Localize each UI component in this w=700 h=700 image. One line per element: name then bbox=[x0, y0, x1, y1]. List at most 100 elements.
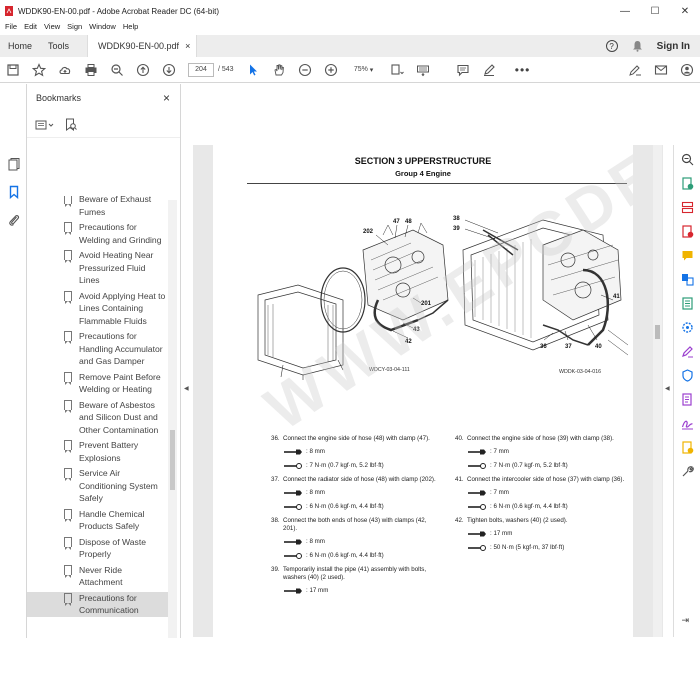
select-tool-button[interactable] bbox=[240, 57, 266, 83]
bookmark-item-icon bbox=[64, 250, 72, 263]
share-button[interactable] bbox=[674, 57, 700, 83]
bookmark-item[interactable]: Never Ride Attachment bbox=[27, 564, 169, 589]
request-signature-button[interactable] bbox=[674, 411, 700, 435]
menu-edit[interactable]: Edit bbox=[24, 22, 37, 34]
tab-close-icon[interactable]: × bbox=[185, 41, 190, 51]
document-scroll-thumb[interactable] bbox=[655, 325, 660, 339]
minimize-button[interactable]: — bbox=[610, 0, 640, 22]
highlight-button[interactable] bbox=[476, 57, 502, 83]
save-button[interactable] bbox=[0, 57, 26, 83]
bookmarks-scroll-thumb[interactable] bbox=[170, 430, 175, 490]
email-button[interactable] bbox=[648, 57, 674, 83]
compress-pdf-button[interactable] bbox=[674, 291, 700, 315]
bookmark-item[interactable]: Dispose of Waste Properly bbox=[27, 536, 169, 561]
fill-sign-tool-button[interactable] bbox=[674, 339, 700, 363]
search-tool-button[interactable] bbox=[674, 147, 700, 171]
collapse-left-panel-icon[interactable]: ◀ bbox=[184, 385, 189, 392]
prev-page-button[interactable] bbox=[130, 57, 156, 83]
step: 38. Connect the both ends of hose (43) wi… bbox=[271, 517, 441, 533]
help-icon[interactable]: ? bbox=[605, 40, 618, 52]
bell-icon[interactable] bbox=[632, 40, 643, 52]
combine-files-button[interactable] bbox=[674, 267, 700, 291]
page-thumbnails-button[interactable] bbox=[0, 150, 27, 178]
bookmark-options-icon[interactable] bbox=[35, 119, 57, 131]
keyboard-icon bbox=[416, 65, 429, 76]
wrench-icon bbox=[468, 449, 486, 455]
menu-help[interactable]: Help bbox=[123, 22, 138, 34]
protect-button[interactable] bbox=[674, 363, 700, 387]
comment-button[interactable] bbox=[450, 57, 476, 83]
step-text: Tighten bolts, washers (40) (2 used). bbox=[467, 517, 568, 524]
bookmark-item[interactable]: Service Air Conditioning System Safely bbox=[27, 467, 169, 505]
maximize-button[interactable]: ☐ bbox=[640, 0, 670, 22]
document-scrollbar[interactable] bbox=[653, 145, 662, 637]
bookmark-item-icon bbox=[64, 371, 72, 385]
zoom-out-button[interactable] bbox=[292, 57, 318, 83]
more-tools-rail-button[interactable] bbox=[674, 459, 700, 483]
menu-sign[interactable]: Sign bbox=[67, 22, 82, 34]
title-bar: WDDK90-EN-00.pdf - Adobe Acrobat Reader … bbox=[0, 0, 700, 22]
torque-wrench-icon bbox=[284, 463, 302, 469]
menu-window[interactable]: Window bbox=[89, 22, 116, 34]
tab-document[interactable]: WDDK90-EN-00.pdf × bbox=[87, 35, 198, 57]
bookmark-item[interactable]: Avoid Applying Heat to Lines Containing … bbox=[27, 290, 169, 328]
section-title: SECTION 3 UPPERSTRUCTURE bbox=[354, 156, 492, 166]
close-window-button[interactable]: ✕ bbox=[670, 0, 700, 22]
torque-wrench-icon bbox=[284, 504, 302, 510]
arrow-down-circle-icon bbox=[162, 63, 176, 76]
keyboard-button[interactable] bbox=[410, 57, 436, 83]
more-tools-button[interactable]: ••• bbox=[510, 57, 536, 83]
cloud-upload-icon bbox=[59, 66, 71, 74]
bookmark-item[interactable]: Precautions for Handling Accumulator and… bbox=[27, 330, 169, 368]
comment-tool-button[interactable] bbox=[674, 243, 700, 267]
tab-home[interactable]: Home bbox=[0, 35, 40, 57]
bookmark-item[interactable]: Remove Paint Before Welding or Heating bbox=[27, 371, 169, 396]
torque-wrench-icon bbox=[468, 463, 486, 469]
create-pdf-button[interactable] bbox=[674, 219, 700, 243]
steps-left-column: 36. Connect the engine side of hose (48) … bbox=[271, 435, 441, 601]
bookmarks-title: Bookmarks bbox=[36, 93, 82, 103]
bookmark-item[interactable]: Beware of Asbestos and Silicon Dust and … bbox=[27, 399, 169, 437]
export-pdf-button[interactable] bbox=[674, 171, 700, 195]
sign-in-button[interactable]: Sign In bbox=[657, 41, 690, 52]
hand-tool-button[interactable] bbox=[266, 57, 292, 83]
step-text: Connect the radiator side of hose (48) w… bbox=[283, 476, 436, 483]
find-bookmark-icon[interactable] bbox=[65, 118, 77, 132]
expand-rail-button[interactable]: ⇥ bbox=[674, 609, 700, 633]
bookmark-item[interactable]: Handle Chemical Products Safely bbox=[27, 508, 169, 533]
fill-sign-button[interactable] bbox=[622, 57, 648, 83]
bookmark-star-button[interactable] bbox=[26, 57, 52, 83]
bookmark-item[interactable]: Prevent Battery Explosions bbox=[27, 439, 169, 464]
send-for-comments-button[interactable] bbox=[674, 435, 700, 459]
close-panel-icon[interactable]: × bbox=[163, 91, 170, 105]
tab-tools[interactable]: Tools bbox=[40, 35, 77, 57]
menu-view[interactable]: View bbox=[44, 22, 60, 34]
bookmarks-header: Bookmarks × bbox=[27, 84, 180, 112]
search-zoom-icon bbox=[111, 63, 123, 76]
bookmarks-panel-button[interactable] bbox=[0, 178, 27, 206]
enhance-scan-button[interactable] bbox=[674, 315, 700, 339]
next-page-button[interactable] bbox=[156, 57, 182, 83]
zoom-in-button[interactable] bbox=[318, 57, 344, 83]
bookmark-item[interactable]: Avoid Heating Near Pressurized Fluid Lin… bbox=[27, 249, 169, 287]
zoom-select[interactable]: 75% ▾ bbox=[344, 66, 384, 74]
torque-wrench-icon bbox=[284, 553, 302, 559]
page-layout-button[interactable] bbox=[384, 57, 410, 83]
collapse-right-panel-icon[interactable]: ◀ bbox=[665, 385, 670, 392]
bookmark-item[interactable]: Beware of Exhaust Fumes bbox=[27, 196, 169, 218]
bookmarks-scrollbar[interactable] bbox=[168, 200, 177, 638]
attachments-button[interactable] bbox=[0, 206, 27, 234]
bookmark-item-label: Prevent Battery Explosions bbox=[79, 440, 139, 463]
upload-cloud-button[interactable] bbox=[52, 57, 78, 83]
organize-pages-button[interactable] bbox=[674, 195, 700, 219]
step-number: 38. bbox=[271, 517, 280, 524]
page-number-input[interactable]: 204 bbox=[188, 62, 214, 77]
document-viewport[interactable]: SECTION 3 UPPERSTRUCTURE Group 4 Engine bbox=[193, 145, 663, 637]
find-button[interactable] bbox=[104, 57, 130, 83]
menu-file[interactable]: File bbox=[5, 22, 17, 34]
bookmark-item[interactable]: Precautions for Welding and Grinding bbox=[27, 221, 169, 246]
edit-pdf-button[interactable] bbox=[674, 387, 700, 411]
bookmark-item-label: Dispose of Waste Properly bbox=[79, 536, 147, 560]
print-button[interactable] bbox=[78, 57, 104, 83]
bookmark-item-selected[interactable]: Precautions for Communication bbox=[27, 591, 169, 617]
